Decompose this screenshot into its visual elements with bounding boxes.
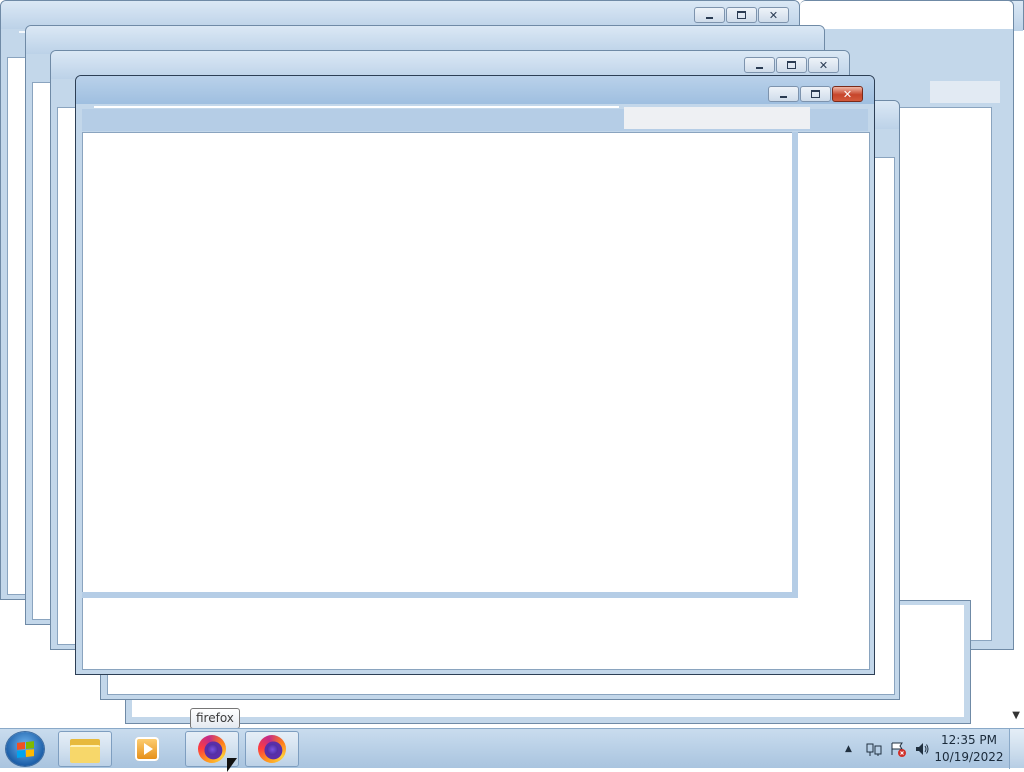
window-5-inner-frame xyxy=(82,132,798,598)
show-hidden-icons-arrow-icon[interactable]: ▲ xyxy=(845,741,852,757)
window-4-titlebar[interactable] xyxy=(800,1,1013,29)
close-button[interactable]: ✕ xyxy=(832,86,863,102)
taskbar-explorer-button[interactable] xyxy=(58,731,112,767)
show-desktop-button[interactable] xyxy=(1009,729,1024,769)
minimize-button[interactable] xyxy=(768,86,799,102)
minimize-icon xyxy=(706,16,713,19)
clock-time: 12:35 PM xyxy=(941,733,997,747)
maximize-icon xyxy=(811,90,820,98)
taskbar: ▲ 12:35 PM 10/19/2022 xyxy=(0,728,1024,769)
maximize-button[interactable] xyxy=(800,86,831,102)
maximize-icon xyxy=(787,61,796,69)
clock-date: 10/19/2022 xyxy=(934,750,1004,764)
mouse-cursor-icon xyxy=(227,758,237,772)
taskbar-clock[interactable]: 12:35 PM 10/19/2022 xyxy=(934,732,1004,766)
action-center-icon[interactable] xyxy=(890,741,906,757)
firefox-icon xyxy=(258,735,286,763)
taskbar-media-player-button[interactable] xyxy=(120,731,174,767)
taskbar-tooltip: firefox xyxy=(190,708,240,729)
minimize-button[interactable] xyxy=(744,57,775,73)
firefox-icon xyxy=(198,735,226,763)
maximize-button[interactable] xyxy=(726,7,757,23)
media-player-icon xyxy=(135,737,159,761)
window-5-toolbar-strip xyxy=(94,106,619,108)
window-5-titlebar[interactable] xyxy=(76,76,874,104)
taskbar-firefox-button-2[interactable] xyxy=(245,731,299,767)
start-button[interactable] xyxy=(6,732,44,766)
volume-icon[interactable] xyxy=(914,741,930,757)
close-icon: ✕ xyxy=(818,58,829,72)
minimize-icon xyxy=(780,95,787,98)
window-4-field xyxy=(930,81,1000,103)
windows-logo-icon xyxy=(16,740,34,758)
minimize-button[interactable] xyxy=(694,7,725,23)
maximize-button[interactable] xyxy=(776,57,807,73)
close-button[interactable]: ✕ xyxy=(808,57,839,73)
window-1-controls: ✕ xyxy=(694,7,789,23)
folder-icon xyxy=(70,737,100,763)
scroll-down-arrow-icon[interactable]: ▼ xyxy=(1012,710,1020,721)
close-button[interactable]: ✕ xyxy=(758,7,789,23)
window-4-client-area[interactable] xyxy=(890,107,992,641)
network-icon[interactable] xyxy=(866,741,882,757)
window-5-field xyxy=(624,107,810,129)
window-5-active[interactable]: ✕ xyxy=(75,75,875,675)
maximize-icon xyxy=(737,11,746,19)
window-5-controls: ✕ xyxy=(768,86,863,102)
close-icon: ✕ xyxy=(842,87,853,101)
window-3-controls: ✕ xyxy=(744,57,839,73)
minimize-icon xyxy=(756,66,763,69)
close-icon: ✕ xyxy=(768,8,779,22)
